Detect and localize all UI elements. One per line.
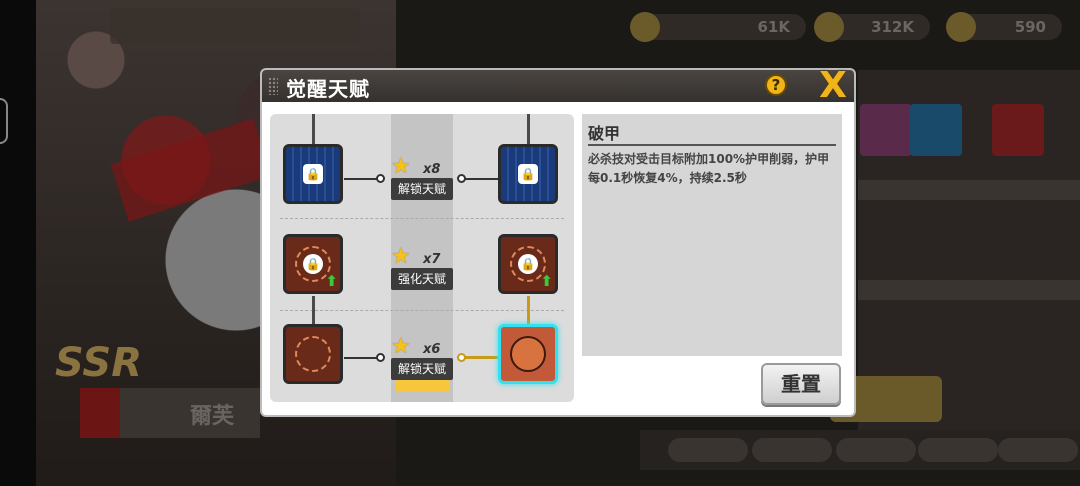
close-button[interactable]: X xyxy=(816,68,850,104)
tree-connector xyxy=(312,296,315,326)
star-count: x6 xyxy=(423,342,441,357)
help-button[interactable]: ? xyxy=(765,74,787,96)
resource-gem: 590 xyxy=(946,12,1062,42)
connector-node xyxy=(457,174,466,183)
connector-node xyxy=(376,353,385,362)
talent-name: 破甲 xyxy=(588,124,621,143)
bottom-menu-item[interactable] xyxy=(918,438,998,462)
star-icon: ★ xyxy=(391,244,411,269)
character-name: 爾芙 xyxy=(190,404,235,429)
talent-description: 必杀技对受击目标附加100%护甲削弱，护甲每0.1秒恢复4%，持续2.5秒 xyxy=(588,152,830,185)
row-divider xyxy=(280,218,564,219)
connector-node xyxy=(376,174,385,183)
skill-icon-2[interactable] xyxy=(910,104,962,156)
upgrade-arrow-icon: ⬆ xyxy=(325,272,338,290)
bottom-menu-item[interactable] xyxy=(668,438,748,462)
resource-coin: 61K xyxy=(630,12,806,42)
talent-node-right-2[interactable]: 🔒 ⬆ xyxy=(498,234,558,294)
star-icon: ★ xyxy=(391,154,411,179)
star-count: x7 xyxy=(423,252,441,267)
screen-edge xyxy=(0,0,36,486)
side-drawer-handle[interactable] xyxy=(0,98,8,144)
info-bar xyxy=(858,180,1080,200)
info-bar xyxy=(858,280,1080,300)
talent-node-right-1[interactable]: 🔒 xyxy=(498,144,558,204)
dialog-title: 觉醒天赋 xyxy=(286,77,370,101)
tree-connector xyxy=(344,178,380,180)
connector-node xyxy=(457,353,466,362)
bottom-menu-item[interactable] xyxy=(752,438,832,462)
tree-connector xyxy=(312,114,315,144)
resource-crystal: 312K xyxy=(814,12,930,42)
skill-icon-1[interactable] xyxy=(860,104,912,156)
upgrade-arrow-icon: ⬆ xyxy=(540,272,553,290)
talent-emblem xyxy=(295,336,331,372)
talent-node-left-3[interactable] xyxy=(283,324,343,384)
star-icon: ★ xyxy=(391,334,411,359)
coin-icon xyxy=(630,12,660,42)
tree-connector xyxy=(463,356,499,359)
tree-connector xyxy=(344,357,380,359)
crystal-icon xyxy=(814,12,844,42)
tree-connector xyxy=(527,296,530,326)
awakening-talent-dialog: 觉醒天赋 ? X 🔒 🔒 ★ x8 解锁天赋 🔒 ⬆ 🔒 ⬆ ★ x7 强化天赋… xyxy=(262,68,854,415)
lock-icon: 🔒 xyxy=(303,164,323,184)
bottom-menu-item[interactable] xyxy=(998,438,1078,462)
enhance-talent-label[interactable]: 强化天赋 xyxy=(391,268,453,290)
talent-tree: 🔒 🔒 ★ x8 解锁天赋 🔒 ⬆ 🔒 ⬆ ★ x7 强化天赋 ★ x6 解锁天… xyxy=(270,114,574,402)
tree-connector xyxy=(463,178,499,180)
lock-icon: 🔒 xyxy=(518,164,538,184)
unlock-talent-label[interactable]: 解锁天赋 xyxy=(391,178,453,200)
talent-node-right-3-selected[interactable] xyxy=(498,324,558,384)
faction-badge xyxy=(80,388,120,438)
star-count: x8 xyxy=(423,162,441,177)
reset-button[interactable]: 重置 xyxy=(761,363,841,405)
bottom-menu-item[interactable] xyxy=(836,438,916,462)
talent-node-left-2[interactable]: 🔒 ⬆ xyxy=(283,234,343,294)
progress-highlight xyxy=(395,380,449,392)
skill-icon-3[interactable] xyxy=(992,104,1044,156)
rarity-label: SSR xyxy=(55,340,142,386)
title-divider xyxy=(588,144,836,146)
grip-icon xyxy=(268,77,278,95)
armor-break-emblem-icon xyxy=(510,336,546,372)
talent-node-left-1[interactable]: 🔒 xyxy=(283,144,343,204)
tree-connector xyxy=(527,114,530,144)
dialog-header: 觉醒天赋 ? X xyxy=(262,68,854,104)
lock-icon: 🔒 xyxy=(518,254,538,274)
lock-icon: 🔒 xyxy=(303,254,323,274)
talent-detail-panel: 破甲 必杀技对受击目标附加100%护甲削弱，护甲每0.1秒恢复4%，持续2.5秒 xyxy=(582,114,842,356)
row-divider xyxy=(280,310,564,311)
background-title xyxy=(110,8,360,44)
unlock-talent-label[interactable]: 解锁天赋 xyxy=(391,358,453,380)
gem-icon xyxy=(946,12,976,42)
